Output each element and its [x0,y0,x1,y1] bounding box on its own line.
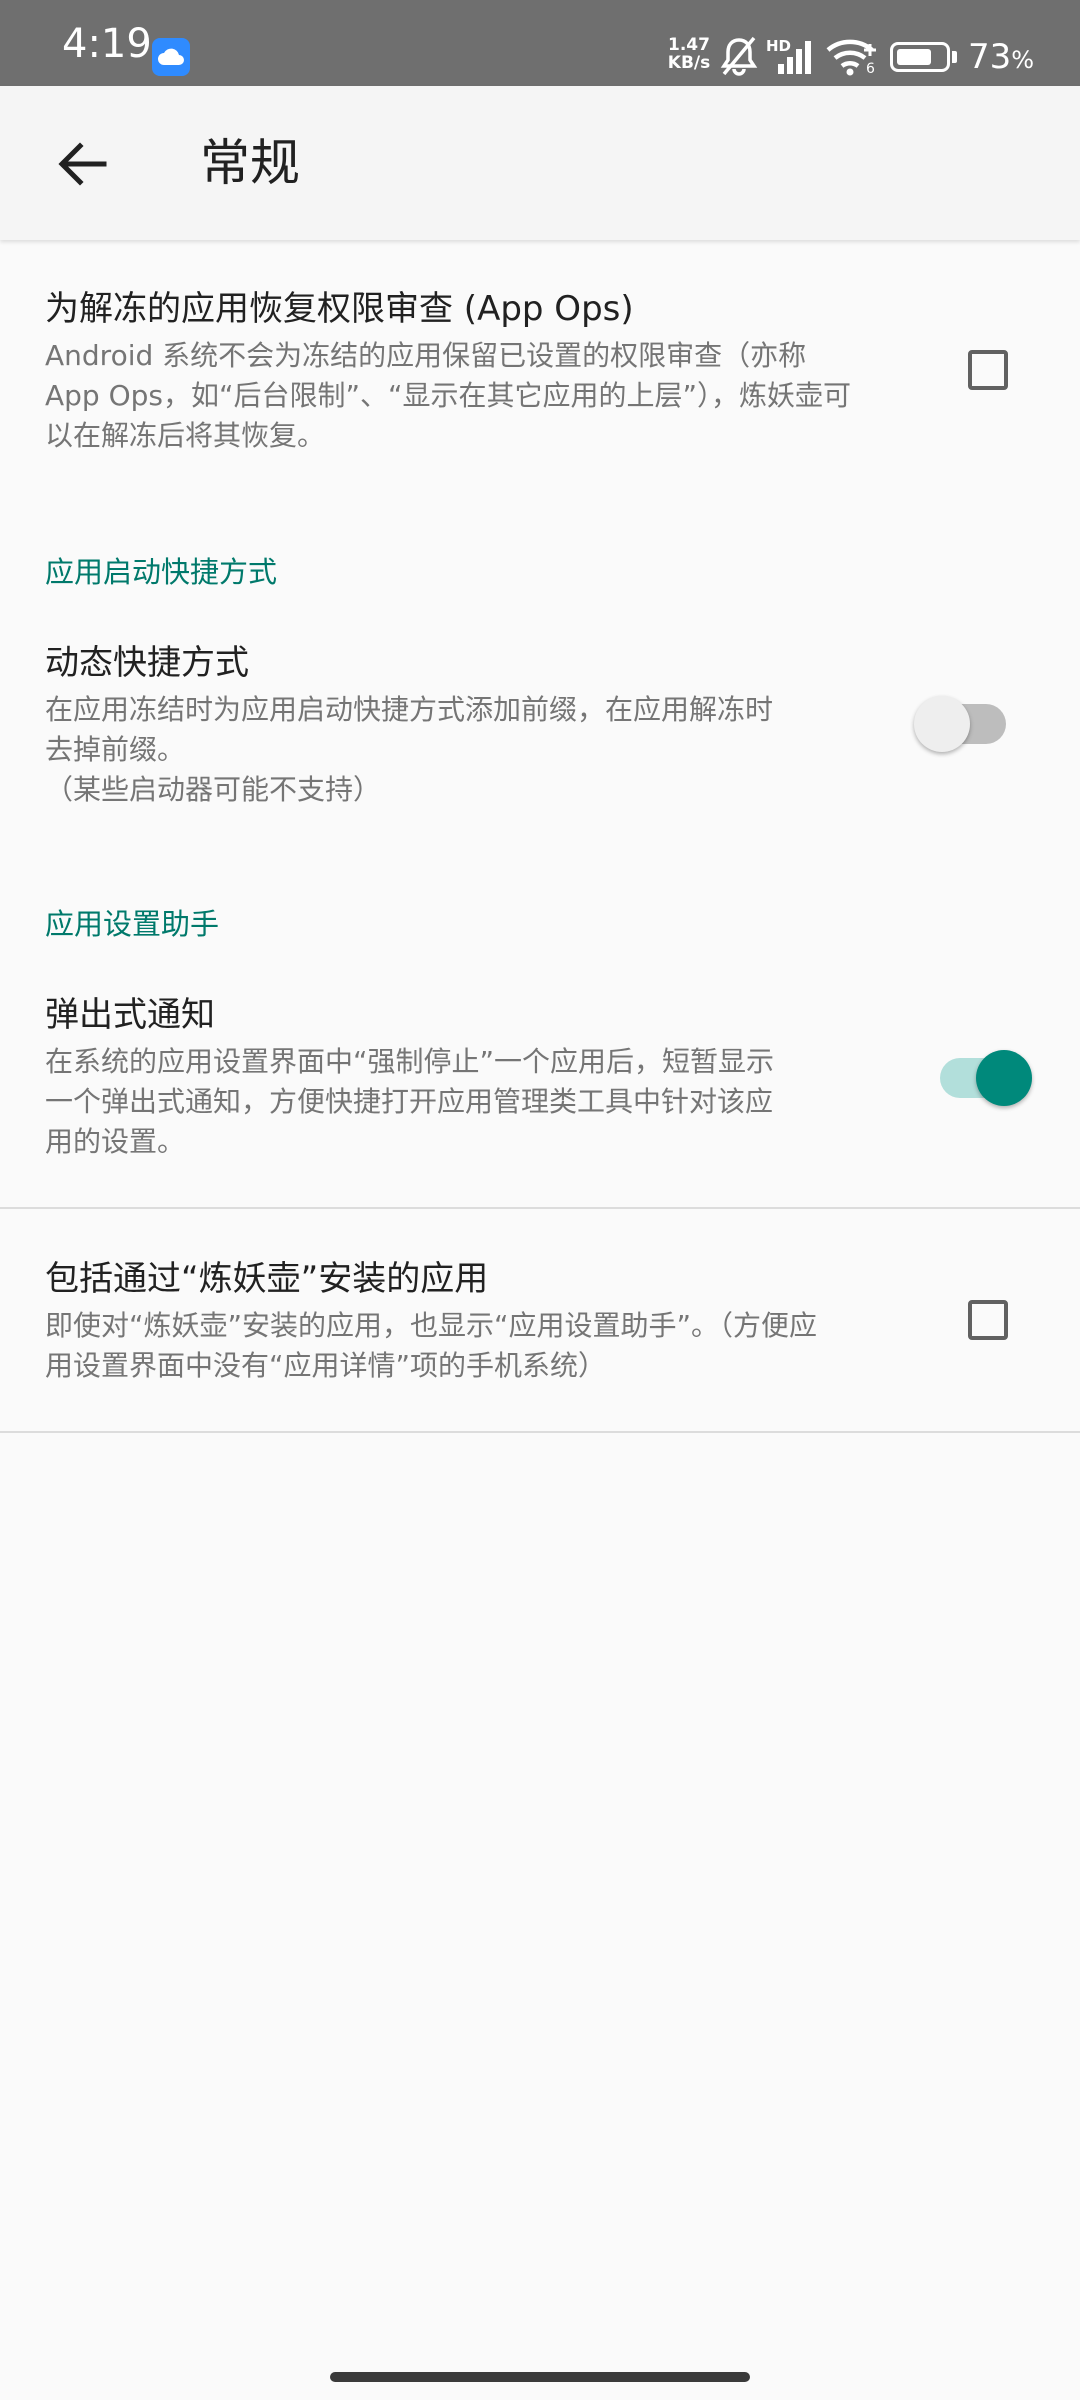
popup-notification-switch[interactable] [940,1050,1032,1106]
network-speed-unit: KB/s [667,53,711,73]
network-speed-value: 1.47 [668,35,710,55]
battery-percent-value: 73 [968,37,1012,77]
network-speed: 1.47 KB/s [664,36,714,72]
pref-popup-notification-title: 弹出式通知 [45,995,215,1035]
bell-off-icon [720,36,758,76]
back-button[interactable] [40,122,124,206]
category-app-shortcuts: 应用启动快捷方式 [45,555,278,589]
popup-notification-switch-thumb [976,1050,1032,1106]
arrow-back-icon [58,142,107,186]
dynamic-shortcuts-switch-thumb [914,696,970,752]
section-divider [0,1207,1080,1209]
status-time: 4:19 [62,21,152,67]
pref-dynamic-shortcuts-title: 动态快捷方式 [45,643,249,683]
pref-include-island-apps-summary: 即使对“炼妖壶”安装的应用，也显示“应用设置助手”。（方便应 用设置界面中没有“… [45,1309,818,1382]
cell-signal-icon [778,41,811,74]
category-settings-assistant: 应用设置助手 [45,907,220,941]
pref-popup-notification-summary: 在系统的应用设置界面中“强制停止”一个应用后，短暂显示 一个弹出式通知，方便快捷… [45,1045,775,1158]
cloud-app-icon [152,38,190,76]
battery-percent-sign: % [1011,46,1035,74]
status-bar: 4:19 1.47 KB/s HD 6 73% [0,0,1080,86]
battery-percent: 73% [968,36,1034,81]
pref-include-island-apps-title: 包括通过“炼妖壶”安装的应用 [45,1259,489,1299]
app-bar: 常规 [0,86,1080,240]
pref-app-ops-title: 为解冻的应用恢复权限审查 (App Ops) [45,289,634,329]
battery-cap [952,51,957,63]
pref-dynamic-shortcuts-summary: 在应用冻结时为应用启动快捷方式添加前缀，在应用解冻时 去掉前缀。 （某些启动器可… [45,693,774,806]
include-island-apps-checkbox[interactable] [968,1300,1008,1340]
app-ops-checkbox[interactable] [968,350,1008,390]
list-end-divider [0,1431,1080,1433]
pref-app-ops-summary: Android 系统不会为冻结的应用保留已设置的权限审查（亦称 App Ops，… [45,339,852,452]
gesture-nav-handle[interactable] [330,2372,750,2382]
battery-level-fill [897,49,931,65]
wifi-badge: 6 [866,61,875,77]
page-title: 常规 [200,134,300,192]
battery-icon [890,42,950,72]
dynamic-shortcuts-switch[interactable] [914,696,1006,752]
